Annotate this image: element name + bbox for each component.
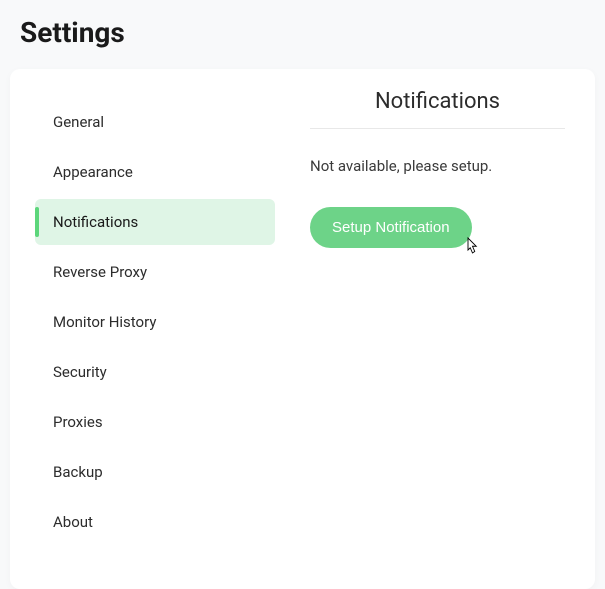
page-header: Settings <box>0 0 605 69</box>
sidebar-item-label: Notifications <box>53 213 138 231</box>
sidebar-item-label: Proxies <box>53 413 103 431</box>
settings-card: General Appearance Notifications Reverse… <box>10 69 595 589</box>
sidebar-item-security[interactable]: Security <box>35 349 275 395</box>
empty-message: Not available, please setup. <box>310 157 565 175</box>
content-title: Notifications <box>310 89 565 129</box>
sidebar-item-label: Backup <box>53 463 103 481</box>
setup-notification-button[interactable]: Setup Notification <box>310 207 472 248</box>
sidebar-item-backup[interactable]: Backup <box>35 449 275 495</box>
sidebar-item-label: Monitor History <box>53 313 156 331</box>
sidebar-item-proxies[interactable]: Proxies <box>35 399 275 445</box>
sidebar-item-label: About <box>53 513 93 531</box>
sidebar-item-general[interactable]: General <box>35 99 275 145</box>
pointer-cursor-icon <box>462 236 480 258</box>
sidebar-item-notifications[interactable]: Notifications <box>35 199 275 245</box>
sidebar-item-about[interactable]: About <box>35 499 275 545</box>
sidebar-item-label: General <box>53 113 104 131</box>
sidebar-item-reverse-proxy[interactable]: Reverse Proxy <box>35 249 275 295</box>
sidebar-item-label: Security <box>53 363 107 381</box>
settings-content: Notifications Not available, please setu… <box>290 69 595 589</box>
content-body: Not available, please setup. Setup Notif… <box>310 129 565 248</box>
sidebar-item-monitor-history[interactable]: Monitor History <box>35 299 275 345</box>
sidebar-item-label: Reverse Proxy <box>53 263 147 281</box>
sidebar-item-label: Appearance <box>53 163 133 181</box>
setup-button-label: Setup Notification <box>332 219 450 236</box>
settings-sidebar: General Appearance Notifications Reverse… <box>10 69 290 589</box>
page-title: Settings <box>20 16 585 49</box>
sidebar-item-appearance[interactable]: Appearance <box>35 149 275 195</box>
